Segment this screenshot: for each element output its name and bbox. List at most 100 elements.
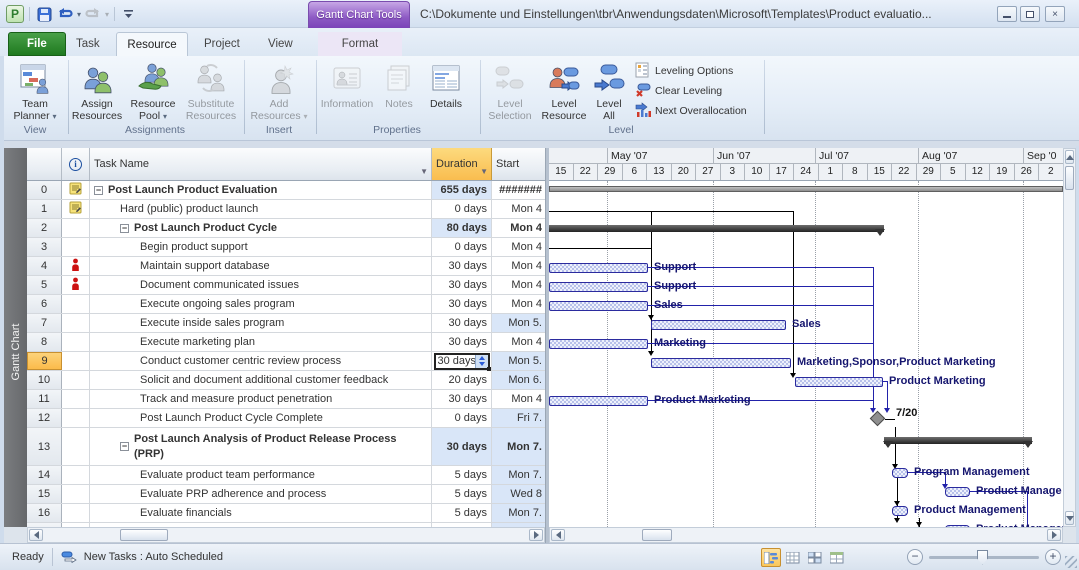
gantt-view-icon[interactable] (761, 548, 781, 567)
task-bar[interactable] (945, 487, 970, 497)
row-number[interactable]: 1 (27, 200, 62, 218)
week-cell[interactable]: 29 (917, 164, 941, 180)
task-name-cell[interactable]: − Post Launch Analysis of Product Release… (90, 428, 432, 465)
task-bar[interactable] (549, 263, 648, 273)
tab-file[interactable]: File (8, 32, 66, 56)
week-cell[interactable]: 17 (770, 164, 794, 180)
row-number[interactable]: 16 (27, 504, 62, 522)
zoom-out-icon[interactable]: − (907, 549, 923, 565)
row-number[interactable]: 7 (27, 314, 62, 332)
task-name-cell[interactable]: Post Launch Product Cycle Complete (90, 409, 432, 427)
gantt-canvas[interactable]: Support Support Sales Sales Marketing Marketi… (549, 181, 1063, 527)
duration-header[interactable]: Duration ▼ (432, 148, 492, 180)
duration-cell[interactable]: 5 days (432, 485, 492, 503)
task-bar[interactable] (651, 358, 791, 368)
project-summary-bar[interactable] (549, 186, 1063, 192)
duration-cell[interactable]: 30 days (432, 314, 492, 332)
clear-leveling-button[interactable]: Clear Leveling (632, 82, 725, 100)
month-segment[interactable] (549, 148, 607, 163)
row-number[interactable]: 3 (27, 238, 62, 256)
info-column-header[interactable]: i (62, 148, 90, 180)
scroll-left-icon[interactable] (29, 529, 43, 541)
week-cell[interactable]: 3 (721, 164, 745, 180)
start-cell[interactable]: Mon 4 (492, 200, 545, 218)
tab-resource[interactable]: Resource (116, 32, 188, 56)
task-name-cell[interactable]: Track and measure product penetration (90, 390, 432, 408)
task-name-header[interactable]: Task Name ▼ (90, 148, 432, 180)
zoom-slider-track[interactable] (929, 549, 1039, 565)
chart-vscrollbar[interactable] (1063, 148, 1076, 527)
row-number-header[interactable] (27, 148, 62, 180)
summary-bar[interactable] (884, 437, 1032, 444)
zoom-slider-thumb[interactable] (977, 549, 988, 565)
table-hscrollbar[interactable] (27, 527, 545, 543)
duration-cell[interactable]: 5 days (432, 466, 492, 484)
task-name-cell[interactable]: Evaluate PRP adherence and process (90, 485, 432, 503)
row-number[interactable]: 2 (27, 219, 62, 237)
week-cell[interactable]: 15 (549, 164, 574, 180)
spin-down-icon[interactable] (478, 362, 485, 366)
undo-icon[interactable] (56, 5, 74, 23)
indicator-cell[interactable] (62, 257, 90, 275)
start-cell[interactable]: Mon 7. (492, 504, 545, 522)
task-bar[interactable] (651, 320, 786, 330)
start-cell[interactable]: Mon 4 (492, 333, 545, 351)
duration-cell[interactable]: 0 days (432, 238, 492, 256)
task-name-cell[interactable]: Begin product support (90, 238, 432, 256)
zoom-in-icon[interactable]: + (1045, 549, 1061, 565)
collapse-icon[interactable]: − (120, 442, 129, 451)
undo-dropdown-icon[interactable]: ▾ (77, 10, 81, 19)
start-cell[interactable]: Mon 4 (492, 390, 545, 408)
level-resource-button[interactable]: Level Resource (538, 60, 590, 124)
task-name-cell[interactable]: Execute inside sales program (90, 314, 432, 332)
timescale-weeks[interactable]: 15 22 29 6 13 20 27 3 10 17 24 1 8 15 22 29 5 12 19 26 2 (549, 164, 1063, 181)
close-button[interactable]: × (1045, 6, 1065, 22)
month-segment[interactable]: May '07 (607, 148, 713, 163)
start-cell[interactable]: Fri 7. (492, 409, 545, 427)
team-planner-button[interactable]: Team Planner ▾ (8, 60, 62, 124)
filter-arrow-icon[interactable]: ▼ (480, 167, 488, 176)
duration-cell[interactable]: 655 days (432, 181, 492, 199)
row-number[interactable]: 11 (27, 390, 62, 408)
task-bar[interactable] (892, 506, 908, 516)
week-cell[interactable]: 10 (745, 164, 770, 180)
scroll-down-icon[interactable] (1065, 511, 1074, 525)
task-bar[interactable] (549, 339, 648, 349)
duration-editor[interactable]: 30 days (433, 352, 491, 371)
duration-cell[interactable]: 30 days (432, 276, 492, 294)
resource-sheet-view-icon[interactable] (827, 548, 847, 567)
start-cell[interactable]: Mon 5. (492, 314, 545, 332)
leveling-options-button[interactable]: Leveling Options (632, 62, 736, 80)
customize-qat-icon[interactable] (120, 5, 138, 23)
start-cell[interactable]: Mon 5. (492, 352, 545, 370)
month-segment[interactable]: Aug '07 (918, 148, 1023, 163)
team-planner-view-icon[interactable] (805, 548, 825, 567)
week-cell[interactable]: 5 (941, 164, 966, 180)
hscroll-thumb[interactable] (642, 529, 672, 541)
indicator-cell[interactable] (62, 390, 90, 408)
indicator-cell[interactable] (62, 295, 90, 313)
task-bar[interactable] (549, 396, 648, 406)
next-overallocation-button[interactable]: Next Overallocation (632, 101, 750, 120)
start-cell[interactable]: Mon 4 (492, 219, 545, 237)
row-number[interactable]: 6 (27, 295, 62, 313)
start-header[interactable]: Start (492, 148, 545, 180)
indicator-cell[interactable] (62, 409, 90, 427)
indicator-cell[interactable] (62, 276, 90, 294)
indicator-cell[interactable] (62, 314, 90, 332)
resize-grip[interactable] (1065, 556, 1077, 568)
task-name-cell[interactable]: Conduct customer centric review process (90, 352, 432, 370)
start-cell[interactable]: Mon 4 (492, 295, 545, 313)
row-number[interactable]: 13 (27, 428, 62, 465)
duration-cell[interactable]: 80 days (432, 219, 492, 237)
task-bar[interactable] (549, 301, 648, 311)
indicator-cell[interactable] (62, 428, 90, 465)
fill-handle[interactable] (486, 366, 491, 371)
duration-cell[interactable]: 30 days (432, 428, 492, 465)
new-tasks-mode[interactable]: New Tasks : Auto Scheduled (84, 551, 223, 563)
row-number[interactable]: 14 (27, 466, 62, 484)
duration-cell[interactable]: 30 days (432, 295, 492, 313)
resource-pool-button[interactable]: Resource Pool ▾ (124, 60, 182, 124)
tab-project[interactable]: Project (190, 32, 254, 56)
scroll-right-icon[interactable] (1047, 529, 1061, 541)
